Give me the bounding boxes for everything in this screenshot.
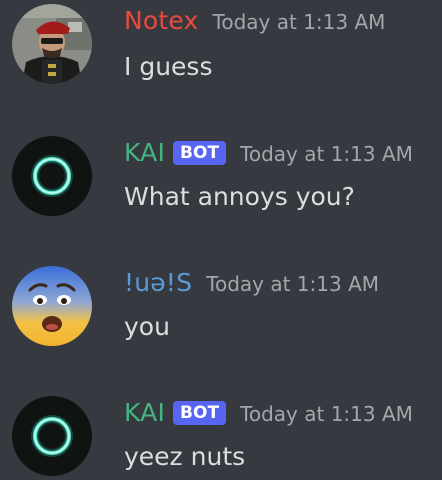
timestamp: Today at 1:13 AM [240, 402, 413, 426]
avatar[interactable] [12, 136, 92, 216]
message-text: I guess [124, 52, 213, 81]
glowing-ring-icon [12, 136, 92, 216]
avatar[interactable] [12, 4, 92, 84]
username[interactable]: Notex [124, 6, 199, 35]
soldier-avatar-icon [12, 4, 92, 84]
message-text: you [124, 312, 170, 341]
avatar[interactable] [12, 396, 92, 476]
bot-badge: BOT [173, 401, 227, 425]
fearful-face-emoji-icon [12, 266, 92, 346]
username[interactable]: KAI [124, 398, 165, 427]
bot-badge: BOT [173, 141, 227, 165]
timestamp: Today at 1:13 AM [240, 142, 413, 166]
avatar[interactable] [12, 266, 92, 346]
glowing-ring-icon [12, 396, 92, 476]
message-text: yeez nuts [124, 442, 246, 471]
timestamp: Today at 1:13 AM [206, 272, 380, 296]
timestamp: Today at 1:13 AM [212, 10, 386, 34]
username[interactable]: KAI [124, 138, 165, 167]
message-text: What annoys you? [124, 182, 355, 211]
username[interactable]: !uǝ!S [124, 268, 192, 297]
